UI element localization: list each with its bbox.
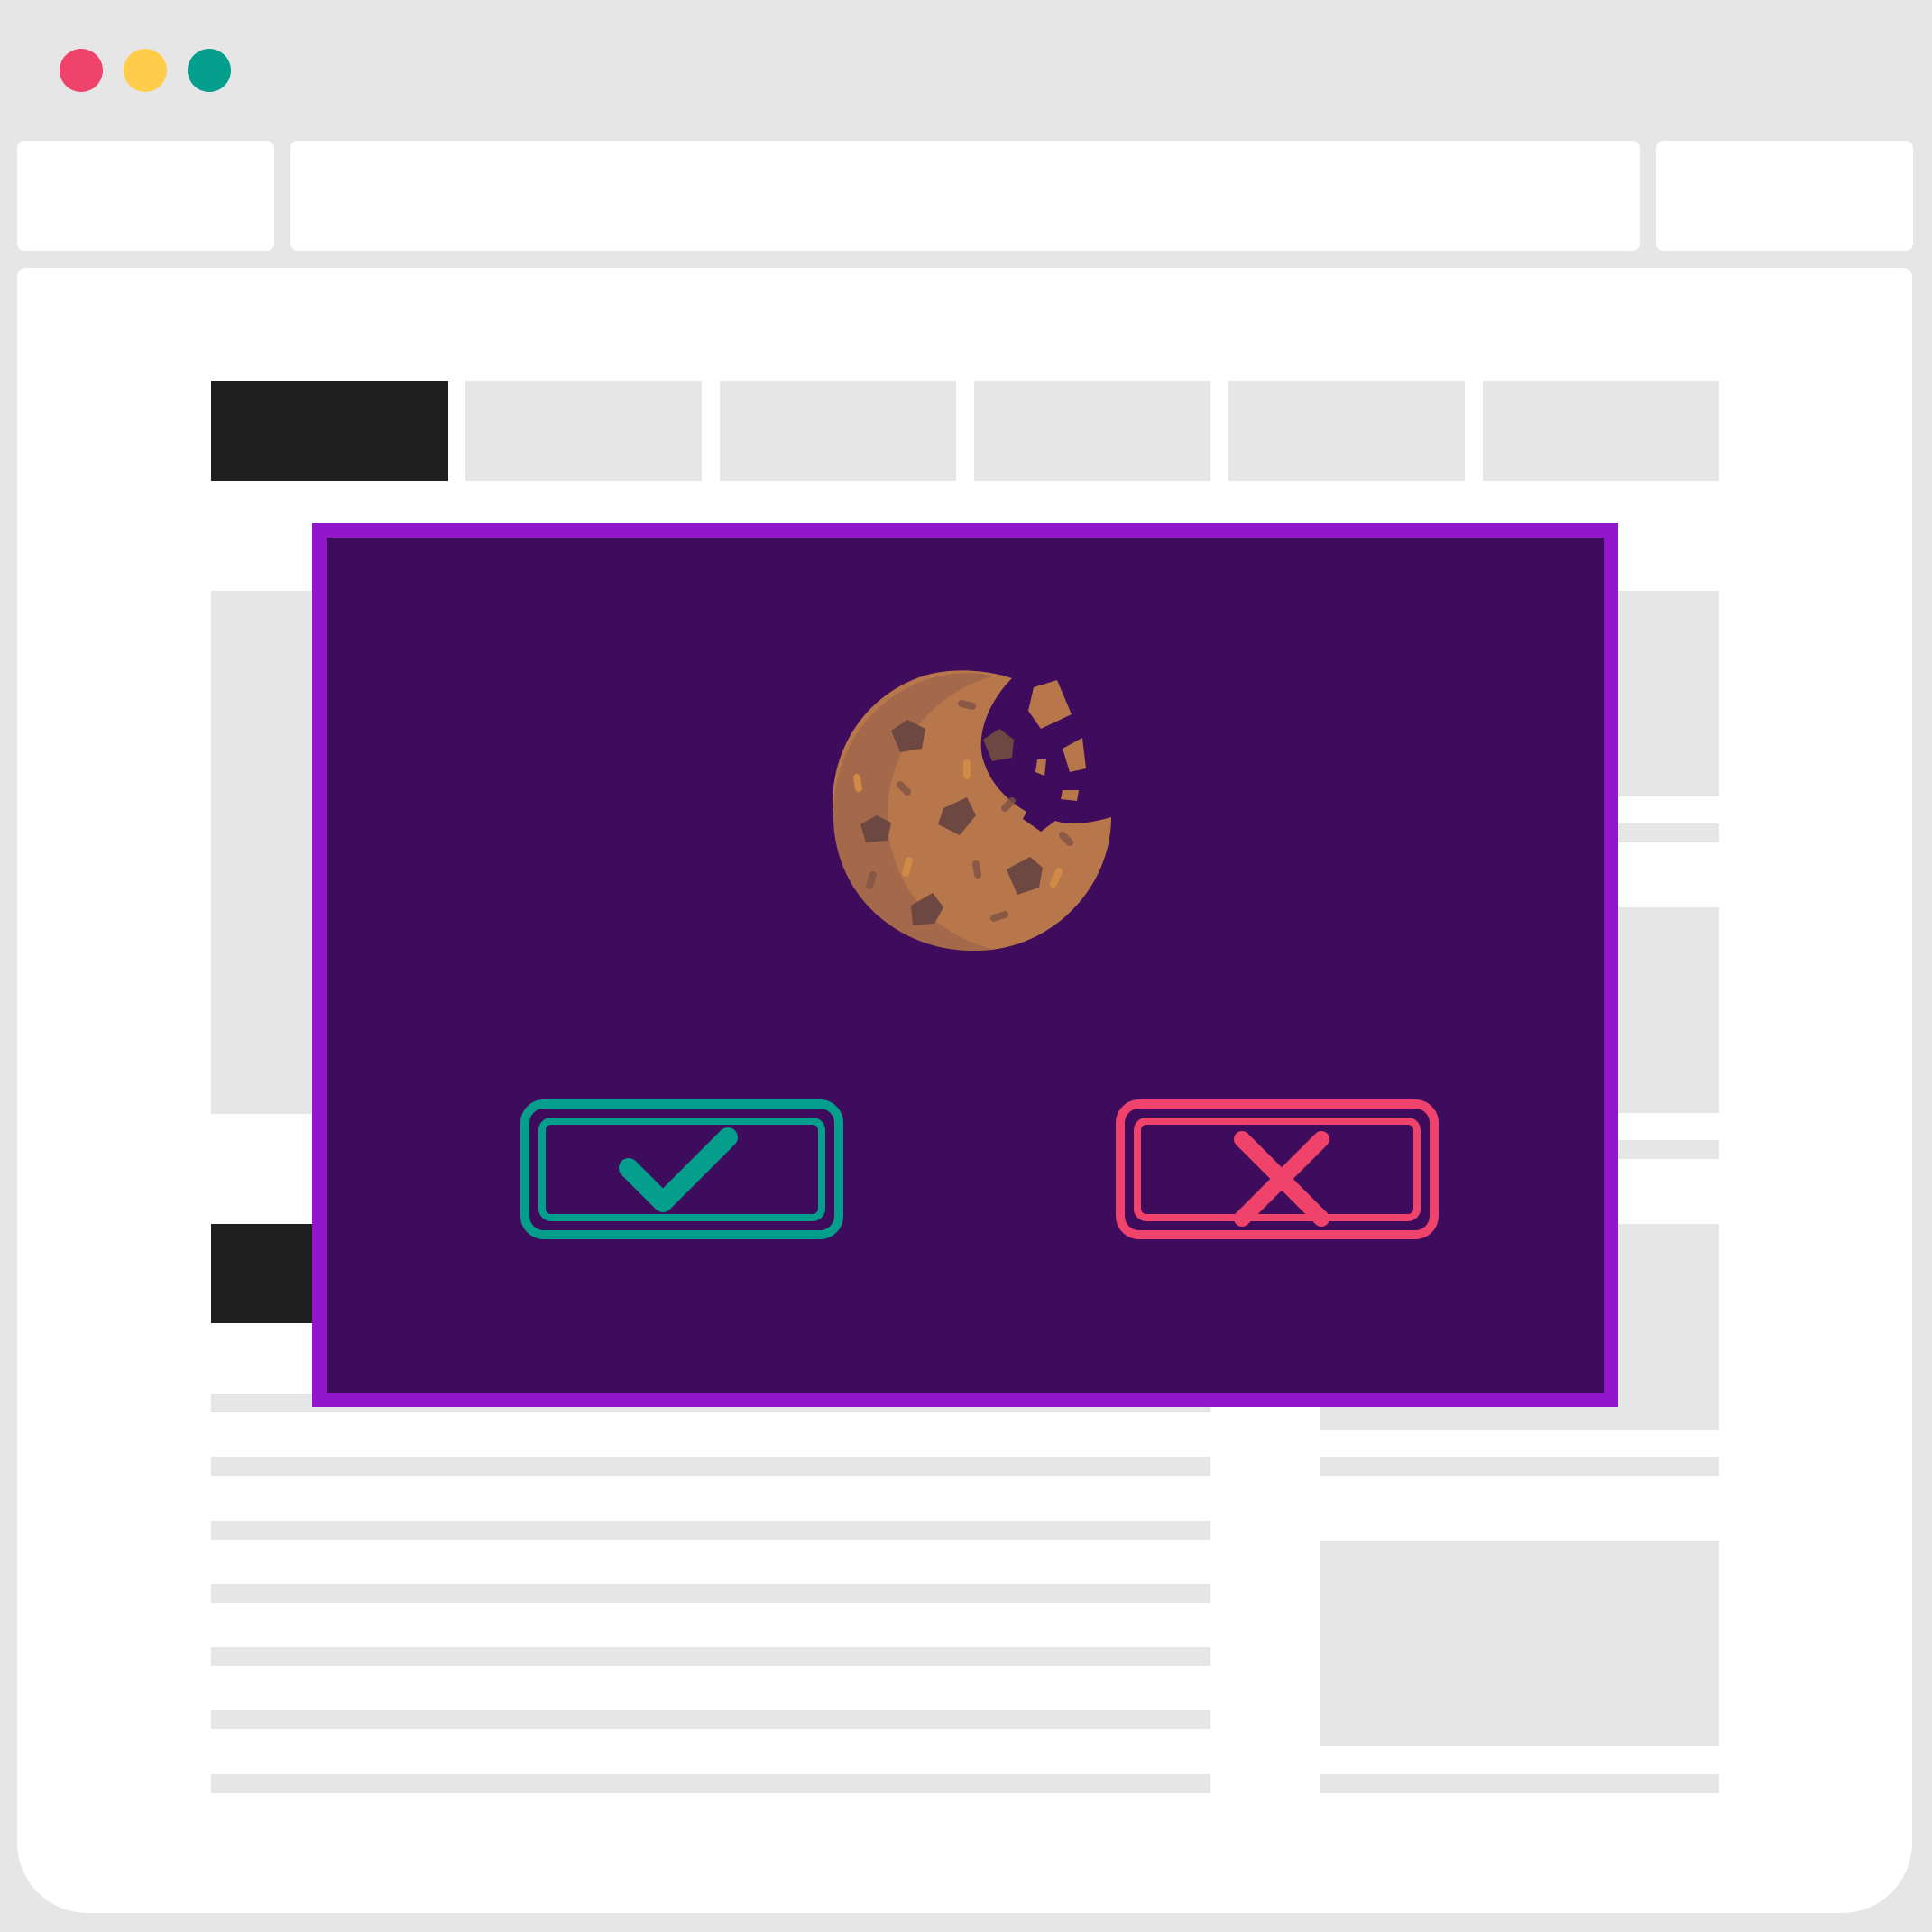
nav-tab-placeholder[interactable] (720, 381, 956, 481)
address-bar-placeholder[interactable] (290, 141, 1640, 251)
nav-tab-placeholder[interactable] (1483, 381, 1719, 481)
checkmark-icon (619, 1127, 738, 1212)
nav-tab-placeholder[interactable] (465, 381, 702, 481)
text-line-placeholder (211, 1521, 1210, 1540)
text-line-placeholder (211, 1710, 1210, 1729)
sidebar-caption-placeholder (1320, 1774, 1719, 1793)
window-close-dot[interactable] (60, 49, 103, 92)
toolbar-right-placeholder (1656, 141, 1913, 251)
toolbar-left-placeholder (17, 141, 274, 251)
text-line-placeholder (211, 1457, 1210, 1476)
x-icon (1234, 1131, 1329, 1227)
sidebar-image-placeholder (1320, 1541, 1719, 1746)
window-maximize-dot[interactable] (188, 49, 231, 92)
cookie-icon (833, 670, 1111, 952)
nav-tab-placeholder[interactable] (974, 381, 1210, 481)
sidebar-caption-placeholder (1320, 1457, 1719, 1476)
cookie-consent-modal (312, 523, 1618, 1407)
nav-tab-placeholder[interactable] (1228, 381, 1465, 481)
text-line-placeholder (211, 1774, 1210, 1793)
nav-tab-active[interactable] (211, 381, 448, 481)
text-line-placeholder (211, 1647, 1210, 1666)
window-minimize-dot[interactable] (124, 49, 167, 92)
accept-cookies-button[interactable] (520, 1099, 843, 1239)
text-line-placeholder (211, 1584, 1210, 1603)
decline-cookies-button[interactable] (1116, 1099, 1439, 1239)
